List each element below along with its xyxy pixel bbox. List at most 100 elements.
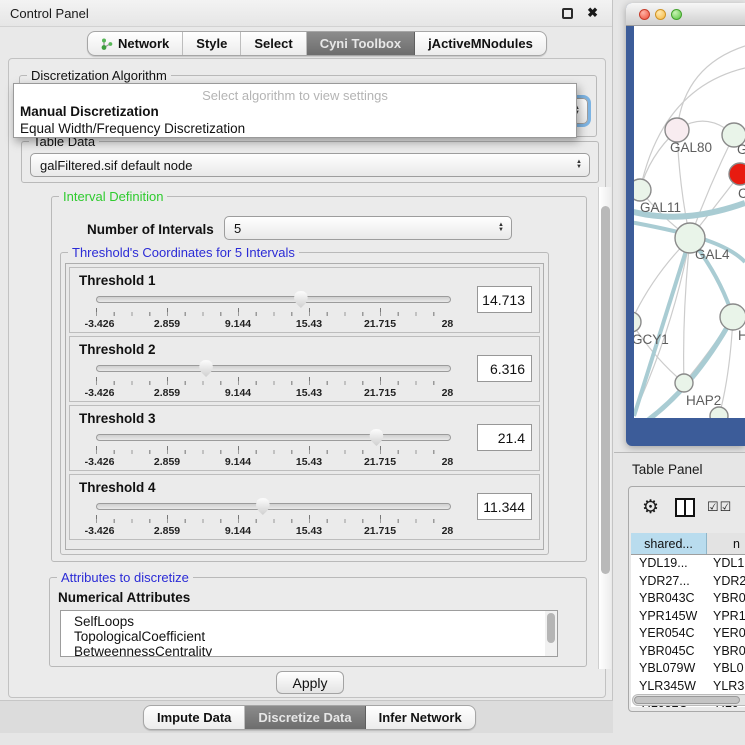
column-header-name[interactable]: n xyxy=(707,533,745,554)
number-of-intervals-combobox[interactable]: 5 ▲▼ xyxy=(224,216,512,240)
list-item[interactable]: BetweennessCentrality xyxy=(74,644,557,657)
minimize-button[interactable] xyxy=(655,9,666,20)
close-icon[interactable]: ✖ xyxy=(587,5,598,21)
table-body: YDL19... YDL1 YDR27... YDR2 YBR043C YBR0… xyxy=(631,555,745,707)
threshold-slider[interactable]: -3.426 2.859 9.144 15.43 21.715 28 xyxy=(96,499,451,539)
cell-shared-name[interactable]: YER054C xyxy=(631,625,707,643)
network-node[interactable] xyxy=(675,374,693,392)
table-row[interactable]: YDR27... YDR2 xyxy=(631,573,745,591)
slider-track[interactable] xyxy=(96,434,451,441)
cell-name[interactable]: YBR0 xyxy=(707,643,745,661)
algorithm-option-equal-width[interactable]: Equal Width/Frequency Discretization xyxy=(14,120,576,137)
cell-name[interactable]: YER0 xyxy=(707,625,745,643)
threshold-row: Threshold 3 21.4 -3.426 2.859 9.144 15.4… xyxy=(69,405,540,471)
interval-definition-group-label: Interval Definition xyxy=(59,189,167,204)
zoom-button[interactable] xyxy=(671,9,682,20)
number-of-intervals-label: Number of Intervals xyxy=(87,222,214,237)
cell-shared-name[interactable]: YBL079W xyxy=(631,660,707,678)
float-window-icon[interactable] xyxy=(562,8,573,19)
close-button[interactable] xyxy=(639,9,650,20)
network-node[interactable] xyxy=(634,312,641,332)
table-horizontal-scrollbar[interactable] xyxy=(632,694,745,706)
network-canvas[interactable]: GAL80 GA C GAL11 GAL4 GCY1 H HAP2 xyxy=(634,26,745,418)
gear-icon[interactable]: ⚙ xyxy=(642,496,659,519)
slider-thumb[interactable] xyxy=(199,360,214,377)
cell-shared-name[interactable]: YBR043C xyxy=(631,590,707,608)
slider-track[interactable] xyxy=(96,296,451,303)
slider-minor-ticks xyxy=(96,381,451,385)
scrollbar-thumb[interactable] xyxy=(634,696,740,704)
cell-name[interactable]: YPR1 xyxy=(707,608,745,626)
split-columns-icon[interactable] xyxy=(675,498,695,517)
network-node[interactable] xyxy=(720,304,745,330)
table-row[interactable]: YLR345W YLR3 xyxy=(631,678,745,696)
slider-tick-labels: -3.426 2.859 9.144 15.43 21.715 28 xyxy=(96,456,451,468)
table-row[interactable]: YDL19... YDL1 xyxy=(631,555,745,573)
tab-impute-data[interactable]: Impute Data xyxy=(144,706,245,729)
threshold-slider[interactable]: -3.426 2.859 9.144 15.43 21.715 28 xyxy=(96,430,451,470)
tab-jactivemnodules[interactable]: jActiveMNodules xyxy=(415,32,546,55)
tab-network[interactable]: Network xyxy=(88,32,183,55)
cell-shared-name[interactable]: YPR145W xyxy=(631,608,707,626)
scrollbar-thumb[interactable] xyxy=(601,206,610,574)
slider-track[interactable] xyxy=(96,503,451,510)
cell-shared-name[interactable]: YDL19... xyxy=(631,555,707,573)
table-data-combobox[interactable]: galFiltered.sif default node ▲▼ xyxy=(30,153,590,177)
cell-name[interactable]: YBL0 xyxy=(707,660,745,678)
cell-shared-name[interactable]: YBR045C xyxy=(631,643,707,661)
threshold-value-box[interactable]: 6.316 xyxy=(477,355,532,382)
algorithm-option-manual[interactable]: Manual Discretization xyxy=(14,103,576,120)
threshold-value-box[interactable]: 11.344 xyxy=(477,493,532,520)
tab-select[interactable]: Select xyxy=(241,32,306,55)
tab-cyni-toolbox[interactable]: Cyni Toolbox xyxy=(307,32,415,55)
threshold-slider[interactable]: -3.426 2.859 9.144 15.43 21.715 28 xyxy=(96,292,451,332)
list-item[interactable]: SelfLoops xyxy=(74,614,557,629)
table-data-group: Table Data galFiltered.sif default node … xyxy=(21,141,599,183)
scrollbar-thumb[interactable] xyxy=(547,613,555,643)
network-node[interactable] xyxy=(665,118,689,142)
cell-shared-name[interactable]: YDR27... xyxy=(631,573,707,591)
tab-infer-network[interactable]: Infer Network xyxy=(366,706,475,729)
cell-name[interactable]: YDL1 xyxy=(707,555,745,573)
network-node-selected[interactable] xyxy=(729,163,745,185)
threshold-label: Threshold 4 xyxy=(79,480,156,495)
slider-track[interactable] xyxy=(96,365,451,372)
threshold-value-box[interactable]: 21.4 xyxy=(477,424,532,451)
select-columns-icon[interactable]: ☑☑ xyxy=(707,499,732,515)
slider-thumb[interactable] xyxy=(369,429,384,446)
table-panel-header-strip: Table Panel xyxy=(614,452,745,484)
threshold-rows-container: Threshold 1 14.713 -3.426 2.859 9.144 15… xyxy=(65,263,544,550)
slider-thumb[interactable] xyxy=(293,291,308,308)
cell-name[interactable]: YDR2 xyxy=(707,573,745,591)
algorithm-placeholder-item[interactable]: Select algorithm to view settings xyxy=(14,84,576,103)
node-label: GA xyxy=(737,142,745,157)
cell-name[interactable]: YLR3 xyxy=(707,678,745,696)
numerical-attributes-list[interactable]: SelfLoops TopologicalCoefficient Between… xyxy=(60,610,558,657)
apply-button[interactable]: Apply xyxy=(276,671,344,694)
panel-vertical-scrollbar[interactable] xyxy=(598,187,611,669)
cyni-toolbox-panel: Discretization Algorithm ▲▼ Select algor… xyxy=(8,58,606,698)
bottom-tab-strip: Impute Data Discretize Data Infer Networ… xyxy=(0,700,613,733)
tab-discretize-data[interactable]: Discretize Data xyxy=(245,706,365,729)
combo-stepper-icon: ▲▼ xyxy=(576,160,582,170)
window-title: Control Panel xyxy=(10,6,89,21)
network-node[interactable] xyxy=(634,179,651,201)
column-header-shared-name[interactable]: shared... xyxy=(631,533,707,554)
cell-shared-name[interactable]: YLR345W xyxy=(631,678,707,696)
table-row[interactable]: YER054C YER0 xyxy=(631,625,745,643)
cell-name[interactable]: YBR0 xyxy=(707,590,745,608)
list-item[interactable]: TopologicalCoefficient xyxy=(74,629,557,644)
network-graph: GAL80 GA C GAL11 GAL4 GCY1 H HAP2 xyxy=(634,26,745,418)
threshold-value-box[interactable]: 14.713 xyxy=(477,286,532,313)
table-row[interactable]: YBR045C YBR0 xyxy=(631,643,745,661)
table-row[interactable]: YBL079W YBL0 xyxy=(631,660,745,678)
table-row[interactable]: YBR043C YBR0 xyxy=(631,590,745,608)
threshold-slider[interactable]: -3.426 2.859 9.144 15.43 21.715 28 xyxy=(96,361,451,401)
network-node[interactable] xyxy=(710,407,728,418)
tab-style[interactable]: Style xyxy=(183,32,241,55)
table-row[interactable]: YPR145W YPR1 xyxy=(631,608,745,626)
table-header-row: shared... n xyxy=(631,533,745,555)
threshold-row: Threshold 2 6.316 -3.426 2.859 9.144 15.… xyxy=(69,336,540,402)
slider-thumb[interactable] xyxy=(255,498,270,515)
attributes-list-scrollbar[interactable] xyxy=(545,610,558,657)
